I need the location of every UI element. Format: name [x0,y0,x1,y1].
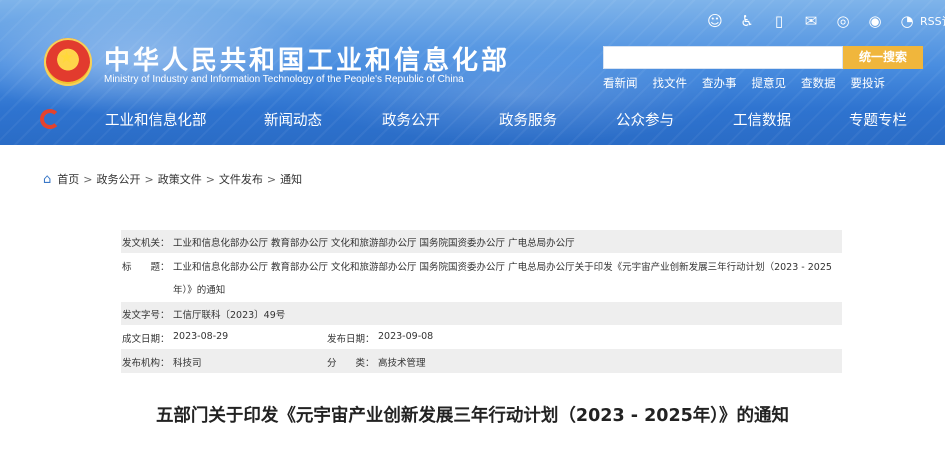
published-date-label: 发布日期： [327,334,375,345]
document-meta-table: 发文机关： 工业和信息化部办公厅 教育部办公厅 文化和旅游部办公厅 国务院国资委… [121,230,842,373]
quick-link-news[interactable]: 看新闻 [603,75,638,91]
docno-label: 发文字号： [122,310,170,321]
breadcrumb-release[interactable]: 文件发布 [219,171,263,187]
breadcrumb-separator: > [205,172,215,186]
meta-row-docno: 发文字号： 工信厅联科〔2023〕49号 [121,302,842,325]
nav-item-participation[interactable]: 公众参与 [616,109,674,130]
title-value-line1: 工业和信息化部办公厅 教育部办公厅 文化和旅游部办公厅 国务院国资委办公厅 广电… [173,262,832,273]
mobile-icon[interactable]: ▯ [770,12,788,30]
nav-item-gov-service[interactable]: 政务服务 [499,109,557,130]
wechat-icon[interactable]: ◉ [866,12,884,30]
breadcrumb-gov-open[interactable]: 政务公开 [96,171,140,187]
rss-icon[interactable]: ◔ [898,12,916,30]
written-date-label: 成文日期： [122,334,170,345]
site-title[interactable]: 中华人民共和国工业和信息化部 [104,40,510,77]
quick-link-feedback[interactable]: 提意见 [752,75,787,91]
org-label: 发布机构： [122,358,170,369]
breadcrumb-notice[interactable]: 通知 [280,171,302,187]
mail-icon[interactable]: ✉ [802,12,820,30]
category-label: 分 类： [327,358,375,369]
quick-links: 看新闻 找文件 查办事 提意见 查数据 要投诉 [603,75,885,91]
nav-item-gov-open[interactable]: 政务公开 [382,109,440,130]
accessibility-robot-icon[interactable]: ☺ [706,12,724,30]
breadcrumb-separator: > [266,172,277,186]
site-subtitle: Ministry of Industry and Information Tec… [104,74,464,85]
quick-link-services[interactable]: 查办事 [702,75,737,91]
breadcrumb: ⌂ 首页 > 政务公开 > 政策文件 > 文件发布 > 通知 [43,171,302,187]
nav-item-data[interactable]: 工信数据 [733,109,791,130]
document-title: 五部门关于印发《元宇宙产业创新发展三年行动计划（2023 - 2025年）》的通… [155,406,790,426]
meta-row-issuer: 发文机关： 工业和信息化部办公厅 教育部办公厅 文化和旅游部办公厅 国务院国资委… [121,230,842,253]
breadcrumb-policy[interactable]: 政策文件 [158,171,202,187]
rss-label[interactable]: RSS订阅 [920,13,945,29]
wheelchair-icon[interactable]: ♿ [738,12,756,30]
home-icon[interactable]: ⌂ [43,172,51,187]
quick-link-data[interactable]: 查数据 [801,75,836,91]
org-value: 科技司 [173,358,202,369]
meta-row-dates: 成文日期： 2023-08-29 发布日期： 2023-09-08 [121,325,842,349]
nav-item-topics[interactable]: 专题专栏 [849,109,907,130]
title-value-line2: 年）》的通知 [173,285,226,296]
nav-item-news[interactable]: 新闻动态 [264,109,322,130]
breadcrumb-separator: > [83,172,93,186]
weibo-icon[interactable]: ◎ [834,12,852,30]
site-header: 中华人民共和国工业和信息化部 Ministry of Industry and … [0,0,945,145]
search-button[interactable]: 统一搜索 [843,46,923,69]
quick-link-files[interactable]: 找文件 [653,75,688,91]
published-date-value: 2023-09-08 [378,331,434,342]
search-input[interactable] [603,46,843,69]
breadcrumb-separator: > [144,172,154,186]
nav-item-ministry[interactable]: 工业和信息化部 [105,109,207,130]
issuer-label: 发文机关： [122,238,170,249]
docno-value: 工信厅联科〔2023〕49号 [173,310,286,321]
national-emblem-logo [44,38,92,86]
title-label: 标 题： [122,262,170,273]
breadcrumb-home[interactable]: 首页 [57,171,79,187]
main-nav: 工业和信息化部 新闻动态 政务公开 政务服务 公众参与 工信数据 专题专栏 [0,103,945,135]
written-date-value: 2023-08-29 [173,331,229,342]
meta-row-org: 发布机构： 科技司 分 类： 高技术管理 [121,349,842,373]
meta-row-title: 标 题： 工业和信息化部办公厅 教育部办公厅 文化和旅游部办公厅 国务院国资委办… [121,253,842,302]
quick-link-complaint[interactable]: 要投诉 [851,75,886,91]
issuer-value: 工业和信息化部办公厅 教育部办公厅 文化和旅游部办公厅 国务院国资委办公厅 广电… [173,238,575,249]
utility-icons: ☺ ♿ ▯ ✉ ◎ ◉ ◔ RSS订阅 [706,12,945,30]
nav-logo-icon[interactable] [40,109,60,129]
category-value: 高技术管理 [378,358,426,369]
